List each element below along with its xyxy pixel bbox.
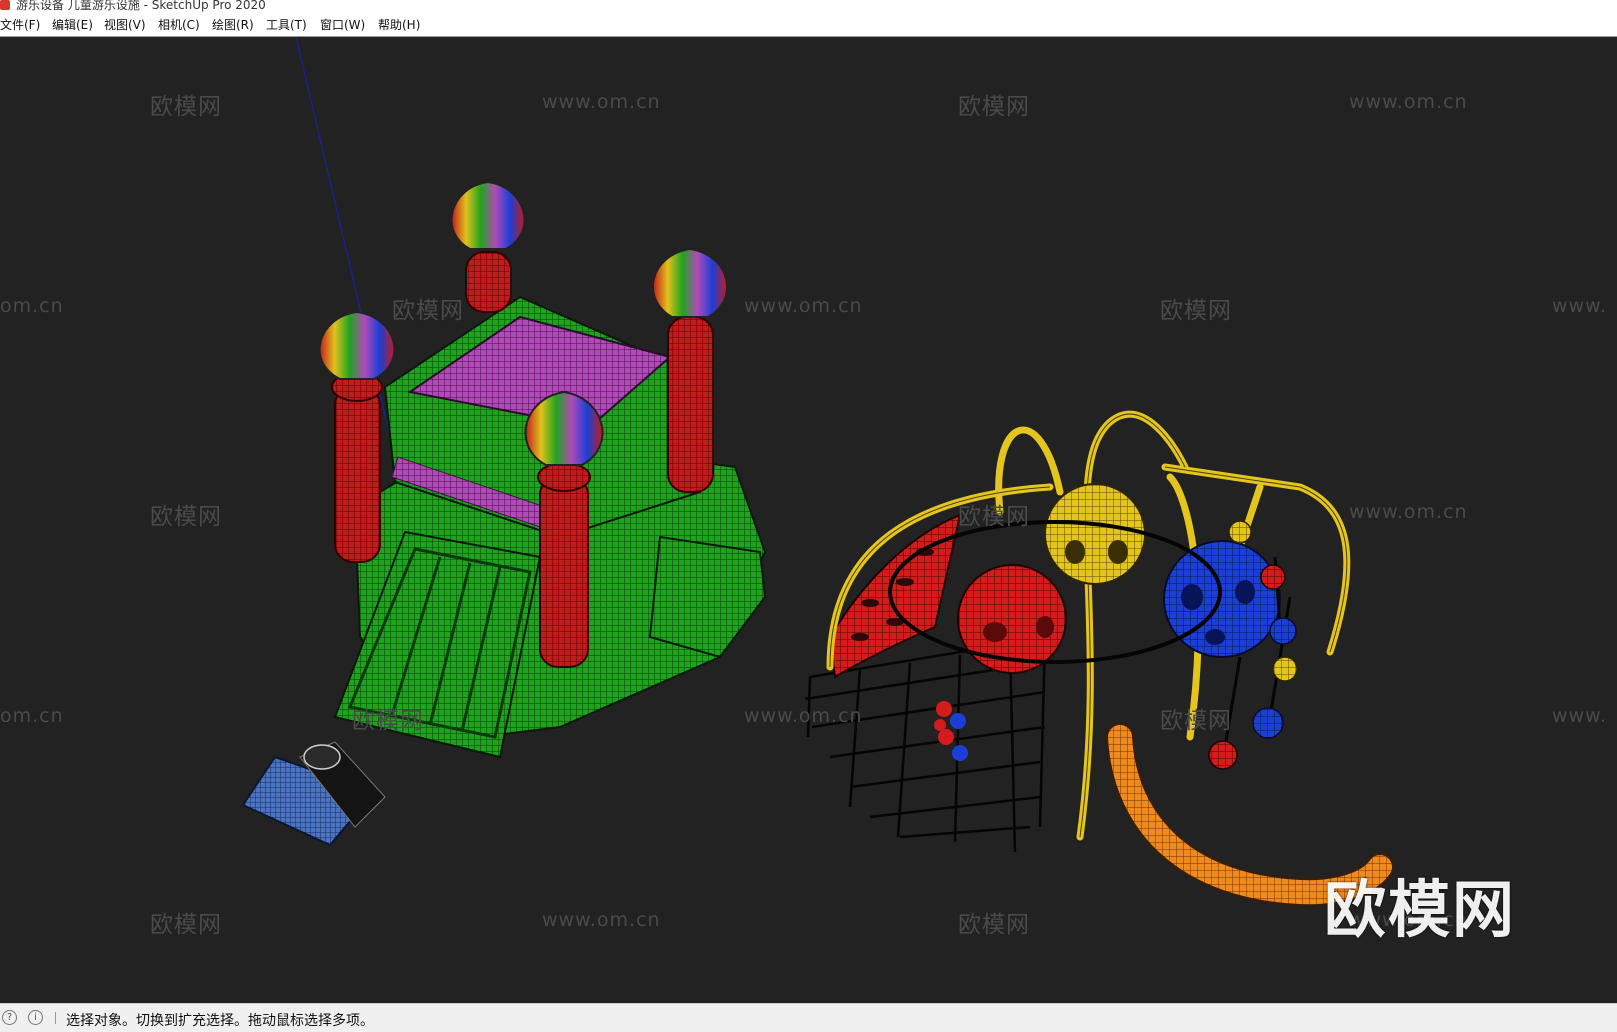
- watermark-url: om.cn: [0, 705, 64, 727]
- climbing-panel: [828, 513, 962, 679]
- menu-file[interactable]: 文件(F): [0, 16, 40, 33]
- sketchup-logo-icon: [0, 0, 10, 10]
- info-icon[interactable]: i: [28, 1010, 43, 1025]
- climbing-holds: [934, 701, 968, 761]
- help-icon[interactable]: ?: [2, 1010, 17, 1025]
- watermark-logo: 欧模网: [392, 298, 464, 324]
- menu-help[interactable]: 帮助(H): [378, 16, 420, 33]
- bounce-castle-model[interactable]: [241, 180, 767, 847]
- menu-edit[interactable]: 编辑(E): [52, 16, 93, 33]
- menu-bar: 文件(F) 编辑(E) 视图(V) 相机(C) 绘图(R) 工具(T) 窗口(W…: [0, 12, 1617, 37]
- status-separator: [55, 1012, 56, 1024]
- playground-frame-model[interactable]: [804, 410, 1394, 907]
- watermark-logo: 欧模网: [1160, 708, 1232, 734]
- watermark-url: www.: [1552, 705, 1607, 727]
- watermark-url: om.cn: [0, 295, 64, 317]
- model-viewport[interactable]: 欧模网 www.om.cn 欧模网 www.om.cn om.cn 欧模网 ww…: [0, 37, 1617, 1003]
- status-message: 选择对象。切换到扩充选择。拖动鼠标选择多项。: [66, 1013, 374, 1029]
- watermark-logo: 欧模网: [150, 912, 222, 938]
- yellow-sphere: [1044, 483, 1146, 585]
- menu-window[interactable]: 窗口(W): [320, 16, 365, 33]
- menu-tools[interactable]: 工具(T): [266, 16, 307, 33]
- watermark-logo-large: 欧模网: [1324, 873, 1517, 946]
- watermark-logo: 欧模网: [958, 94, 1030, 120]
- watermark-logo: 欧模网: [352, 708, 424, 734]
- watermark-url: www.om.cn: [744, 295, 863, 317]
- menu-draw[interactable]: 绘图(R): [212, 16, 254, 33]
- watermark-url: www.om.cn: [744, 705, 863, 727]
- watermark-url: www.om.cn: [542, 909, 661, 931]
- window-title: 游乐设备 儿童游乐设施 - SketchUp Pro 2020: [16, 0, 266, 12]
- menu-camera[interactable]: 相机(C): [158, 16, 200, 33]
- watermark-logo: 欧模网: [150, 504, 222, 530]
- watermark-logo: 欧模网: [150, 94, 222, 120]
- status-bar: ? i 选择对象。切换到扩充选择。拖动鼠标选择多项。: [0, 1003, 1617, 1032]
- watermark-logo: 欧模网: [958, 504, 1030, 530]
- watermark-logo: 欧模网: [958, 912, 1030, 938]
- watermark-url: www.om.cn: [1349, 91, 1468, 113]
- watermark-url: www.om.cn: [542, 91, 661, 113]
- watermark-url: www.: [1552, 295, 1607, 317]
- menu-view[interactable]: 视图(V): [104, 16, 146, 33]
- watermark-url: www.om.cn: [1349, 501, 1468, 523]
- title-bar: 游乐设备 儿童游乐设施 - SketchUp Pro 2020: [0, 0, 1617, 12]
- watermark-logo: 欧模网: [1160, 298, 1232, 324]
